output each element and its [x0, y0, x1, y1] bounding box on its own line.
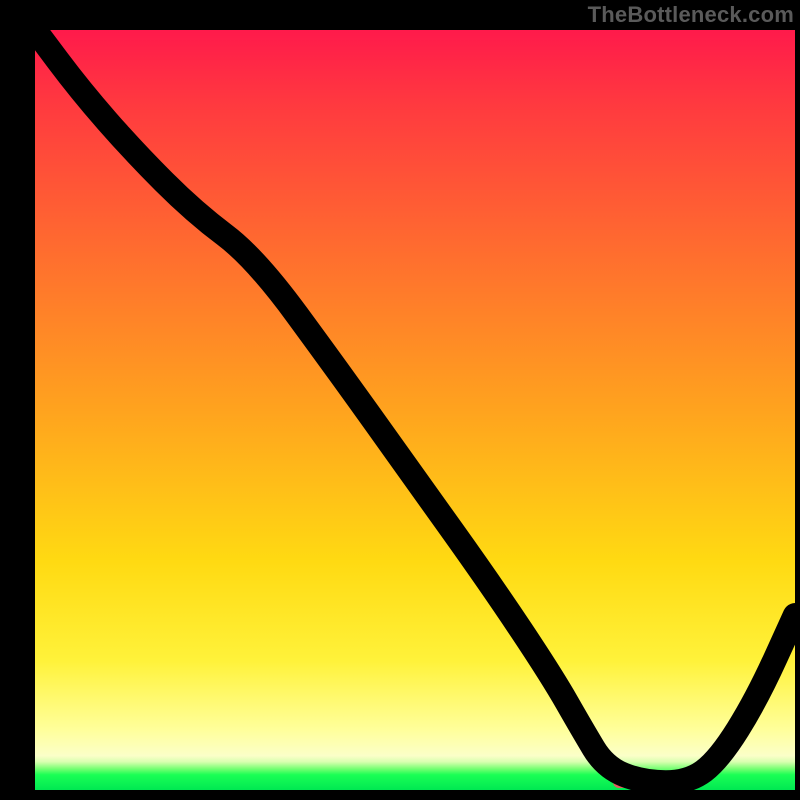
- bottleneck-curve: [35, 30, 795, 790]
- plot-area: [30, 30, 795, 795]
- watermark-text: TheBottleneck.com: [588, 2, 794, 28]
- chart-container: TheBottleneck.com: [0, 0, 800, 800]
